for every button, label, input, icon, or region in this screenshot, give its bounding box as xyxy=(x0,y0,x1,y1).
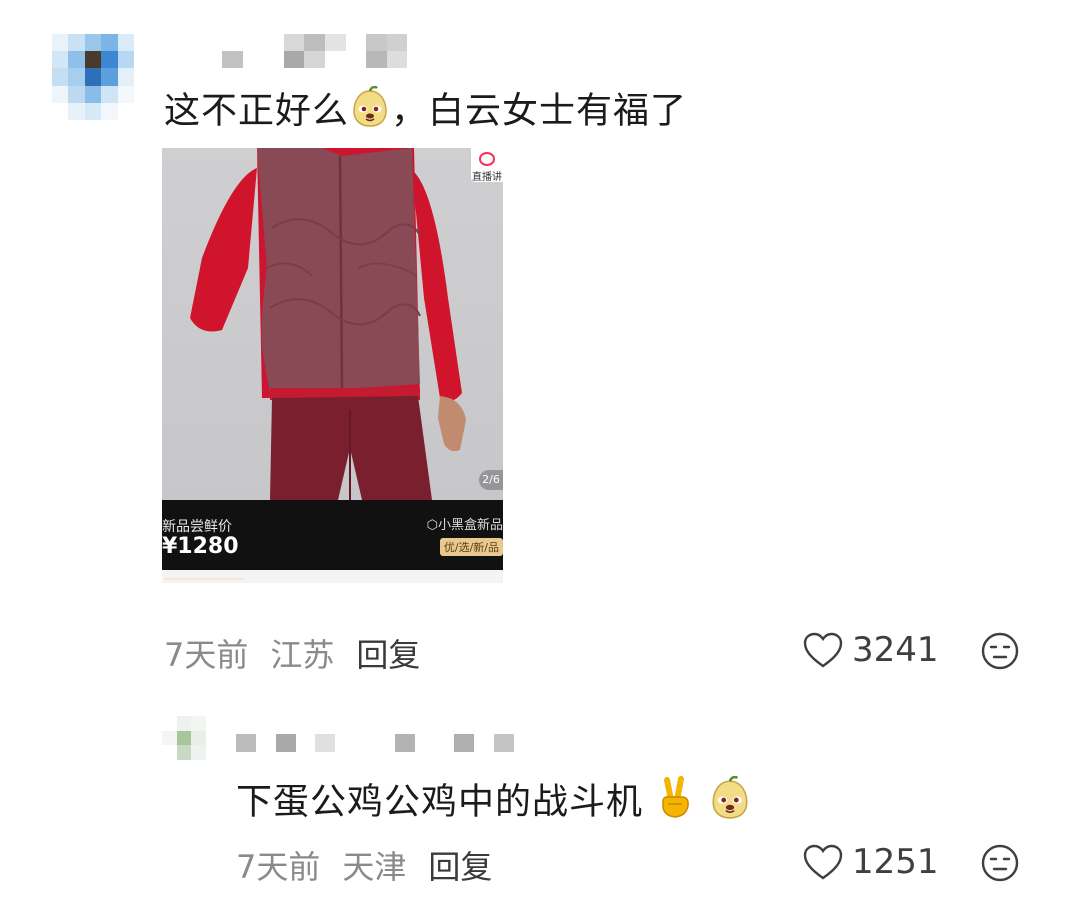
divider xyxy=(164,578,244,580)
doge-pear-face-icon xyxy=(708,775,752,831)
like-button[interactable]: 3241 xyxy=(802,630,939,670)
comment-time: 7天前 xyxy=(164,636,249,674)
neutral-face-icon xyxy=(981,632,1019,670)
victory-hand-icon xyxy=(655,776,695,831)
reply-like-count: 1251 xyxy=(852,842,939,882)
heart-icon xyxy=(803,632,843,668)
username[interactable] xyxy=(222,34,428,68)
reply-text-content: 下蛋公鸡公鸡中的战斗机 xyxy=(236,781,644,823)
reply-reply-button[interactable]: 回复 xyxy=(428,848,492,886)
reply-meta: 7天前 天津 回复 xyxy=(236,842,492,888)
price-badge: 新品尝鲜价 xyxy=(162,519,232,535)
neutral-face-icon xyxy=(981,844,1019,882)
product-photo[interactable] xyxy=(162,148,503,500)
image-pager: 2/6 xyxy=(479,470,503,490)
like-count: 3241 xyxy=(852,630,939,670)
avatar[interactable] xyxy=(52,34,134,120)
comment-text-part: ，白云女士有福了 xyxy=(391,90,688,132)
dislike-button[interactable] xyxy=(980,631,1020,675)
heart-icon xyxy=(803,844,843,880)
reply-location: 天津 xyxy=(342,848,407,886)
shop-name-text: 小黑盒新品 xyxy=(437,518,503,533)
product-card-footer xyxy=(162,570,503,583)
comment-text-part: 这不正好么 xyxy=(164,90,350,132)
live-badge[interactable]: 直播讲 xyxy=(471,148,503,183)
reply-button[interactable]: 回复 xyxy=(356,636,420,674)
reply-time: 7天前 xyxy=(236,848,321,886)
live-label: 直播讲 xyxy=(472,172,502,183)
price-bar[interactable]: 新品尝鲜价 ¥1280 ⬡小黑盒新品 优/选/新/品 xyxy=(162,500,503,570)
price: ¥1280 xyxy=(162,534,239,559)
comment-text: 这不正好么 ，白云女士有福了 xyxy=(164,85,688,139)
doge-pear-face-icon xyxy=(349,85,391,139)
shop-name: ⬡小黑盒新品 xyxy=(427,514,503,533)
comment-location: 江苏 xyxy=(270,636,335,674)
box-icon: ⬡ xyxy=(426,518,438,533)
shop-tag: 优/选/新/品 xyxy=(439,538,503,556)
reply-dislike-button[interactable] xyxy=(980,843,1020,887)
man-in-vest-photo xyxy=(190,148,466,500)
reply-username[interactable] xyxy=(236,734,514,752)
reply-like-button[interactable]: 1251 xyxy=(802,842,939,882)
product-card[interactable]: 直播讲 2/6 新品尝鲜价 ¥1280 ⬡小黑盒新品 优/选/新/品 xyxy=(162,148,503,583)
comment-meta: 7天前 江苏 回复 xyxy=(164,630,420,676)
reply-avatar[interactable] xyxy=(162,716,220,774)
reply-text: 下蛋公鸡公鸡中的战斗机 xyxy=(236,775,752,831)
live-icon xyxy=(479,152,495,166)
